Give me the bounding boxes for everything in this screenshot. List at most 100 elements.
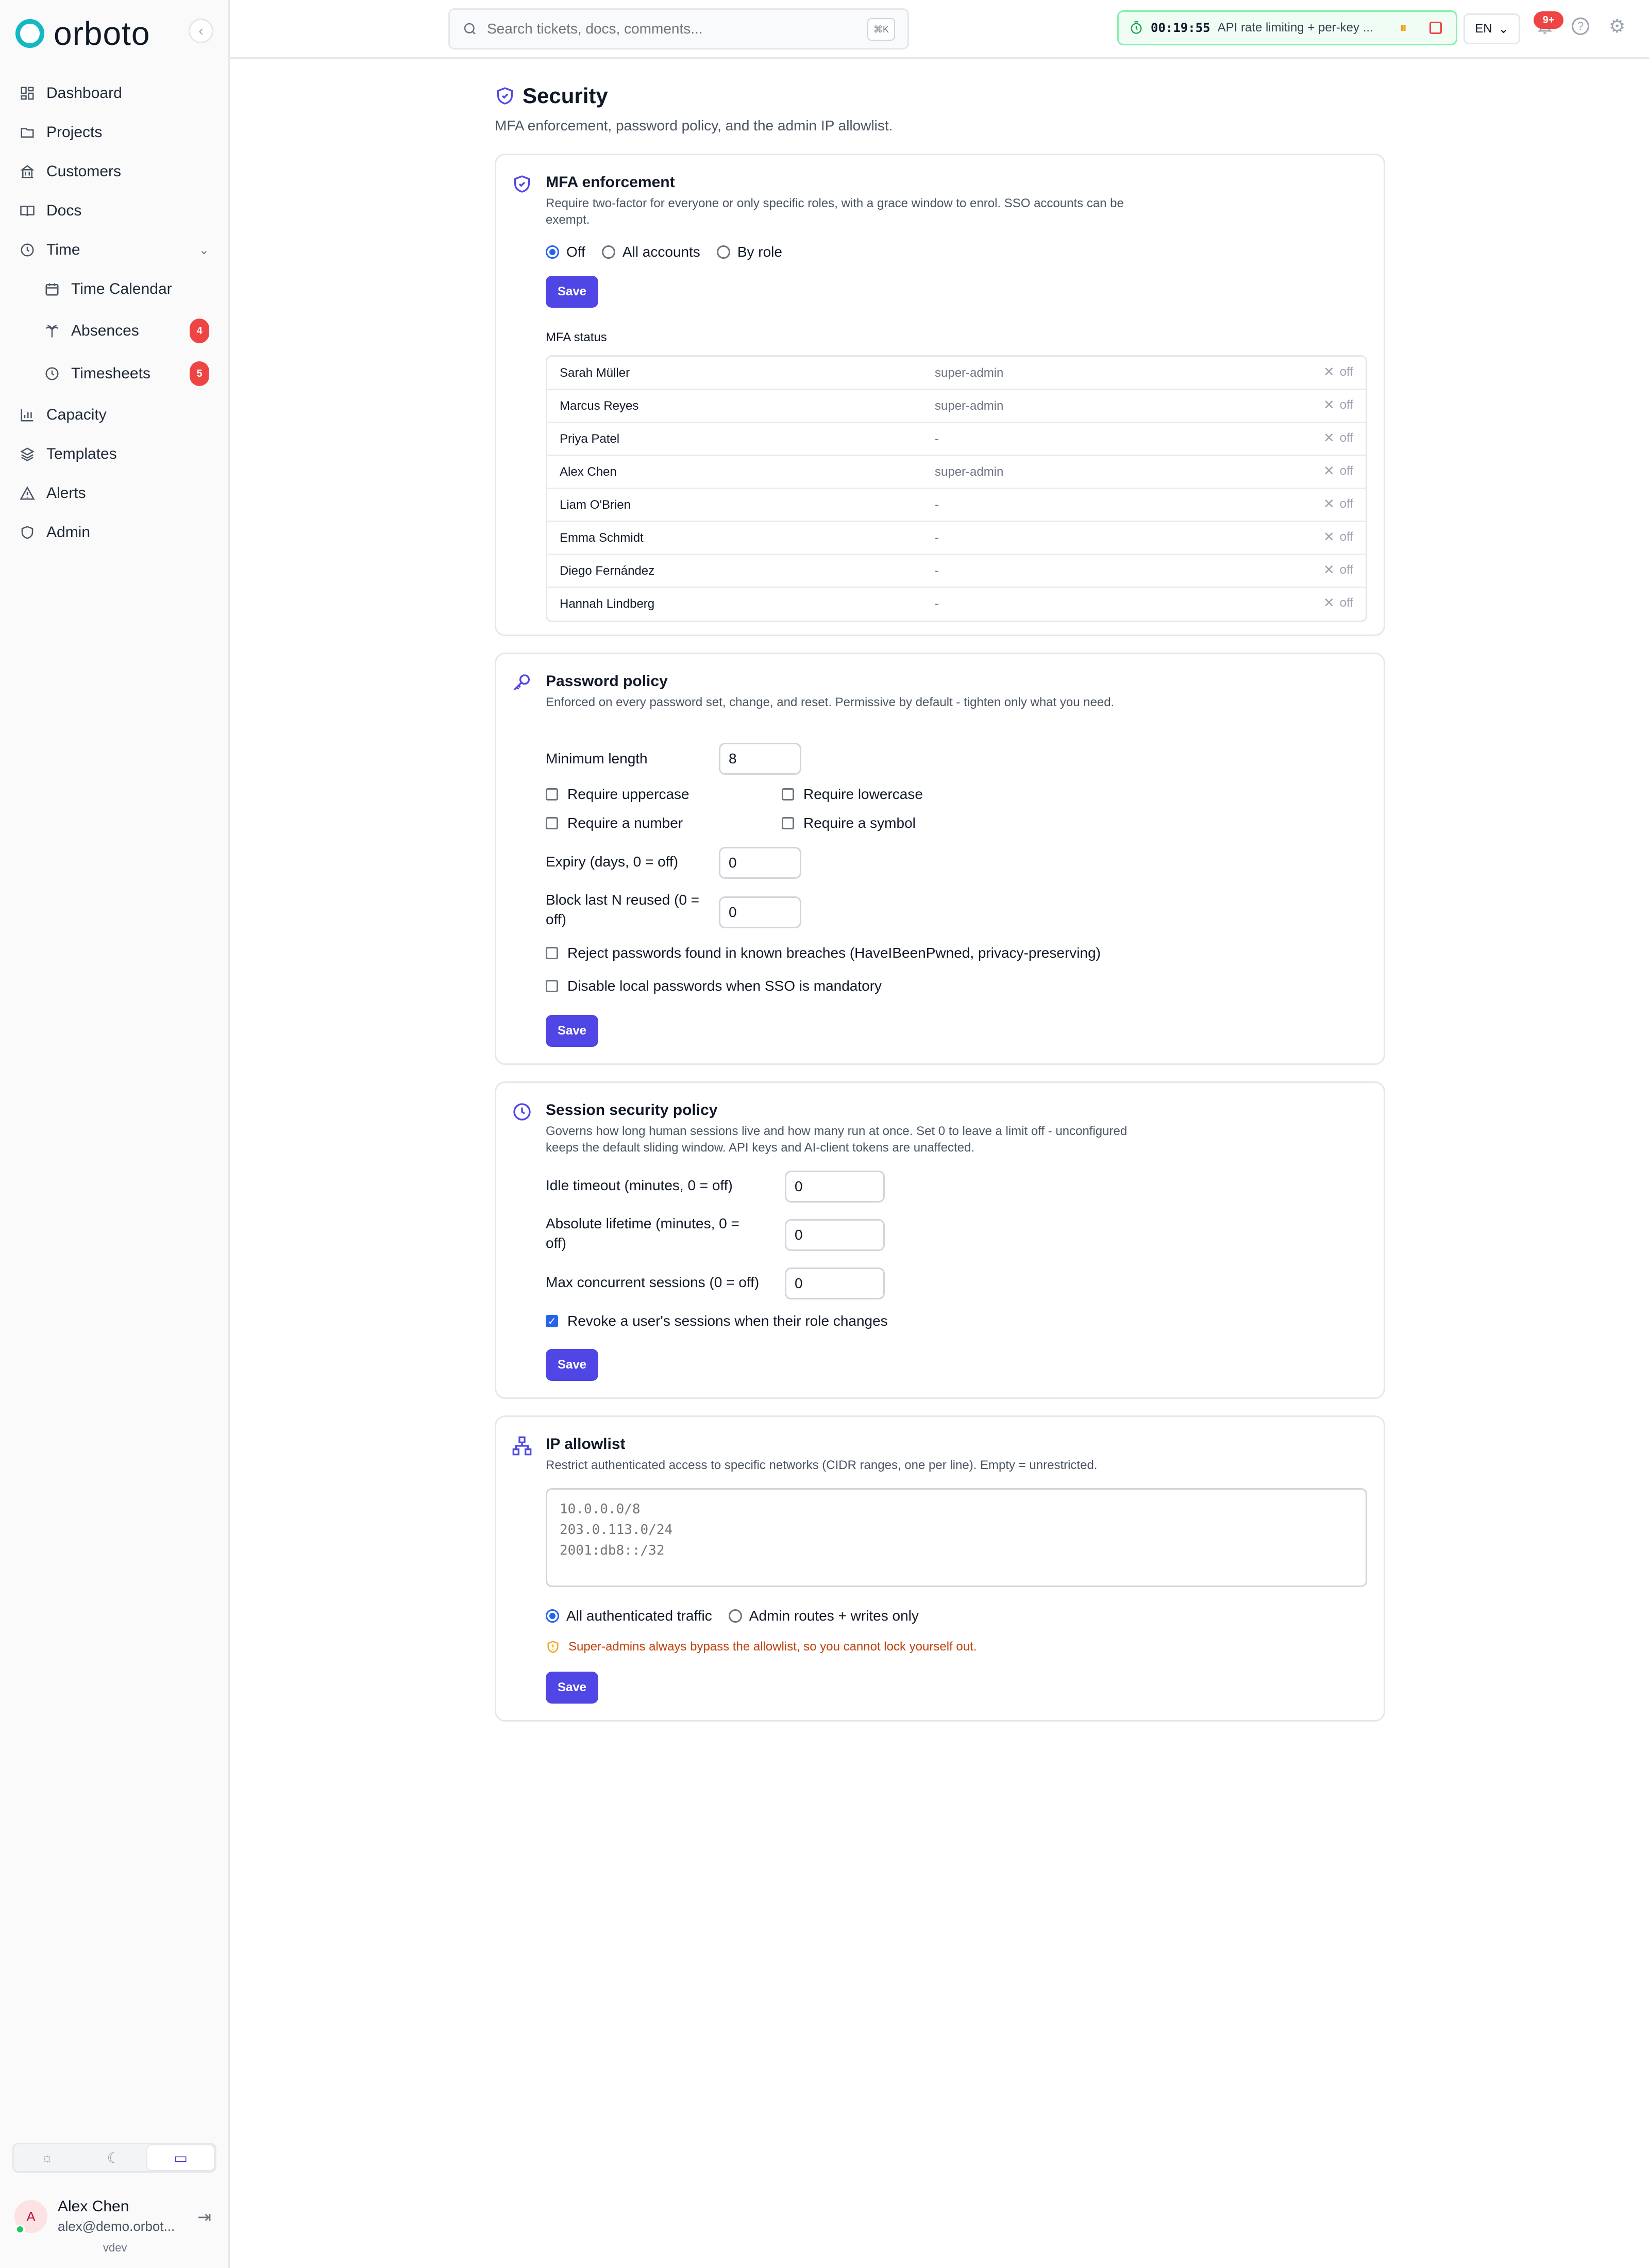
clock-icon [513,1103,531,1121]
sidebar-item-alerts[interactable]: Alerts [20,479,215,508]
sidebar-item-timesheets[interactable]: Timesheets 5 [44,359,209,388]
close-icon: ✕ [1323,364,1335,379]
theme-system-button[interactable]: ▭ [146,2144,215,2171]
checkbox-label: Reject passwords found in known breaches… [567,945,1101,961]
user-role: - [935,564,939,578]
chevron-down-icon: ⌄ [1498,22,1509,36]
clock-icon [20,242,35,258]
user-name: Marcus Reyes [560,399,639,413]
book-icon [20,203,35,219]
monitor-icon: ▭ [174,2149,188,2166]
require-number-checkbox[interactable]: Require a number [546,815,683,831]
online-status-indicator [15,2225,25,2234]
page-description: MFA enforcement, password policy, and th… [495,118,893,134]
user-name: Alex Chen [560,465,617,479]
password-policy-card: Password policy Enforced on every passwo… [495,653,1385,1065]
mfa-mode-radio-group: Off All accounts By role [546,244,782,260]
sidebar-item-projects[interactable]: Projects [20,118,215,147]
search-input[interactable] [487,21,858,37]
require-uppercase-checkbox[interactable]: Require uppercase [546,786,689,803]
sidebar-item-dashboard[interactable]: Dashboard [20,79,215,108]
user-role: - [935,432,939,446]
revoke-on-role-change-checkbox[interactable]: ✓ Revoke a user's sessions when their rol… [546,1313,888,1329]
pause-icon[interactable]: ⏸ [1400,20,1407,36]
running-timer[interactable]: 00:19:55 API rate limiting + per-key ...… [1117,10,1457,45]
sidebar-item-time-calendar[interactable]: Time Calendar [44,275,209,304]
checkbox-unchecked-icon [782,788,794,801]
require-lowercase-checkbox[interactable]: Require lowercase [782,786,923,803]
close-icon: ✕ [1323,496,1335,511]
stop-icon[interactable] [1429,22,1442,34]
table-row: Priya Patel - ✕ off [547,423,1366,456]
session-policy-save-button[interactable]: Save [546,1349,598,1381]
max-sessions-label: Max concurrent sessions (0 = off) [546,1274,760,1290]
shield-check-icon [514,175,530,193]
mfa-title: MFA enforcement [546,174,675,191]
expiry-input[interactable] [719,847,801,879]
reject-breached-checkbox[interactable]: Reject passwords found in known breaches… [546,945,1101,961]
building-icon [20,164,35,179]
mfa-mode-off[interactable]: Off [546,244,585,260]
sidebar-item-templates[interactable]: Templates [20,440,215,469]
status-text: off [1339,496,1353,511]
gear-icon[interactable]: ⚙ [1609,15,1625,37]
help-icon[interactable]: ? [1572,18,1589,35]
block-reuse-input[interactable] [719,896,801,928]
password-policy-save-button[interactable]: Save [546,1015,598,1047]
sidebar-item-absences[interactable]: Absences 4 [44,316,209,345]
checkbox-label: Revoke a user's sessions when their role… [567,1313,888,1329]
checkbox-label: Require uppercase [567,786,689,802]
mfa-status-value: ✕ off [1323,397,1353,413]
radio-unselected-icon [601,245,615,259]
min-length-input[interactable] [719,743,801,775]
ip-allowlist-description: Restrict authenticated access to specifi… [546,1458,1098,1472]
absolute-lifetime-input[interactable] [785,1219,885,1251]
ip-allowlist-save-button[interactable]: Save [546,1672,598,1704]
language-value: EN [1475,22,1492,36]
password-policy-description: Enforced on every password set, change, … [546,695,1115,709]
timer-elapsed: 00:19:55 [1151,21,1210,35]
disable-local-passwords-checkbox[interactable]: Disable local passwords when SSO is mand… [546,978,882,994]
password-policy-title: Password policy [546,673,668,690]
collapse-sidebar-button[interactable]: ‹ [189,19,213,43]
logo[interactable]: orboto [15,14,150,53]
checkbox-label: Require lowercase [803,786,923,802]
sidebar-item-capacity[interactable]: Capacity [20,401,215,429]
search-shortcut-hint: ⌘K [867,18,895,41]
theme-dark-button[interactable]: ☾ [80,2144,147,2171]
calendar-icon [44,281,60,297]
radio-label: Admin routes + writes only [749,1608,919,1624]
radio-unselected-icon [716,245,730,259]
ip-scope-all-traffic[interactable]: All authenticated traffic [546,1608,712,1624]
logout-icon[interactable]: ⇥ [197,2207,211,2227]
ip-allowlist-textarea[interactable] [546,1488,1367,1587]
mfa-status-label: MFA status [546,330,607,344]
sidebar-item-admin[interactable]: Admin [20,518,215,547]
sidebar-item-docs[interactable]: Docs [20,196,215,225]
folder-icon [20,125,35,140]
mfa-status-value: ✕ off [1323,595,1353,611]
language-select[interactable]: EN ⌄ [1463,13,1520,44]
require-symbol-checkbox[interactable]: Require a symbol [782,815,916,831]
user-role: - [935,498,939,512]
notification-count-badge: 9+ [1534,11,1563,29]
sidebar-item-label: Admin [46,524,91,541]
search-box[interactable]: ⌘K [448,8,909,49]
mfa-save-button[interactable]: Save [546,276,598,308]
sidebar-item-label: Time [46,241,80,258]
sidebar-item-label: Timesheets [71,365,150,382]
mfa-mode-by-role[interactable]: By role [716,244,782,260]
theme-light-button[interactable]: ☼ [14,2144,80,2171]
ip-scope-admin-writes[interactable]: Admin routes + writes only [728,1608,919,1624]
sidebar-item-time[interactable]: Time ⌄ [20,236,215,264]
ip-allowlist-card: IP allowlist Restrict authenticated acce… [495,1415,1385,1722]
table-row: Hannah Lindberg - ✕ off [547,588,1366,621]
app-version: vdev [103,2241,127,2254]
user-name: Hannah Lindberg [560,597,655,611]
sidebar-item-customers[interactable]: Customers [20,157,215,186]
user-profile[interactable]: A Alex Chen alex@demo.orbot... ⇥ [14,2197,215,2238]
min-length-label: Minimum length [546,751,648,766]
mfa-mode-all-accounts[interactable]: All accounts [601,244,700,260]
max-sessions-input[interactable] [785,1268,885,1299]
idle-timeout-input[interactable] [785,1171,885,1203]
